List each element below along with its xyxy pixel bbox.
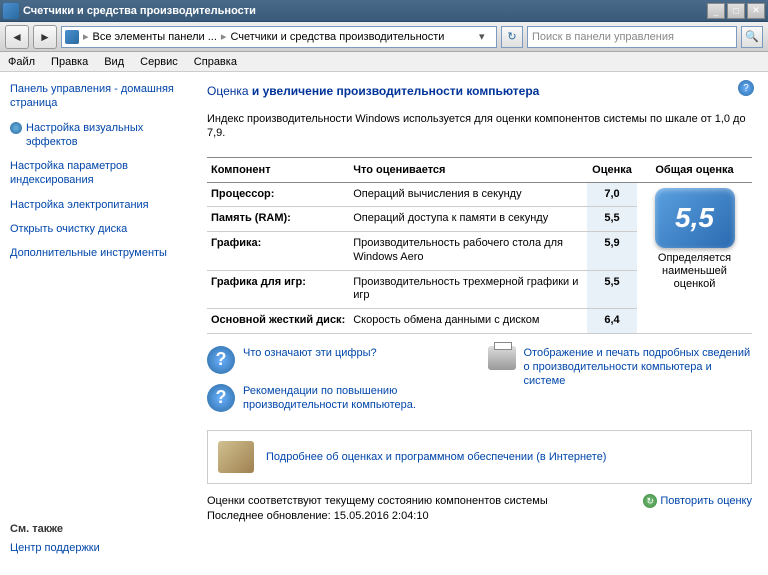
- row-comp: Память (RAM):: [207, 207, 349, 232]
- row-sub: 5,9: [587, 232, 637, 271]
- overall-label: Определяется наименьшей оценкой: [641, 252, 748, 292]
- menu-help[interactable]: Справка: [194, 56, 237, 68]
- row-what: Скорость обмена данными с диском: [349, 309, 587, 334]
- table-row: Процессор: Операций вычисления в секунду…: [207, 182, 752, 207]
- sidebar-tools[interactable]: Дополнительные инструменты: [10, 246, 185, 260]
- nav-back-button[interactable]: ◄: [5, 25, 29, 49]
- menubar: Файл Правка Вид Сервис Справка: [0, 52, 768, 72]
- sidebar-home[interactable]: Панель управления - домашняя страница: [10, 82, 185, 111]
- row-what: Операций вычисления в секунду: [349, 182, 587, 207]
- row-comp: Основной жесткий диск:: [207, 309, 349, 334]
- window-title: Счетчики и средства производительности: [23, 5, 707, 17]
- link-solutions-online[interactable]: Подробнее об оценках и программном обесп…: [266, 450, 606, 464]
- row-comp: Процессор:: [207, 182, 349, 207]
- nav-forward-button[interactable]: ►: [33, 25, 57, 49]
- row-sub: 5,5: [587, 270, 637, 309]
- titlebar: Счетчики и средства производительности _…: [0, 0, 768, 22]
- breadcrumb-sep: ▸: [83, 30, 89, 43]
- row-what: Производительность трехмерной графики и …: [349, 270, 587, 309]
- breadcrumb-1[interactable]: Все элементы панели ...: [93, 31, 217, 43]
- search-input[interactable]: Поиск в панели управления: [527, 26, 737, 48]
- solutions-icon: [218, 441, 254, 473]
- bullet-icon: [10, 122, 22, 134]
- row-sub: 7,0: [587, 182, 637, 207]
- overall-score-badge: 5,5: [655, 188, 735, 248]
- solutions-box: Подробнее об оценках и программном обесп…: [207, 430, 752, 484]
- question-icon: ?: [207, 384, 235, 412]
- sidebar-visual-effects[interactable]: Настройка визуальных эффектов: [26, 121, 185, 150]
- row-sub: 6,4: [587, 309, 637, 334]
- sidebar-support-center[interactable]: Центр поддержки: [10, 541, 190, 555]
- row-sub: 5,5: [587, 207, 637, 232]
- row-what: Операций доступа к памяти в секунду: [349, 207, 587, 232]
- main-panel: ? Оценка и увеличение производительности…: [195, 72, 768, 575]
- refresh-label: Повторить оценку: [660, 495, 752, 507]
- th-overall: Общая оценка: [637, 157, 752, 182]
- link-recommendations[interactable]: Рекомендации по повышению производительн…: [243, 384, 472, 413]
- overall-cell: 5,5 Определяется наименьшей оценкой: [637, 182, 752, 333]
- link-what-numbers[interactable]: Что означают эти цифры?: [243, 346, 377, 360]
- th-sub: Оценка: [587, 157, 637, 182]
- help-icon[interactable]: ?: [738, 80, 754, 96]
- app-icon: [3, 3, 19, 19]
- search-placeholder: Поиск в панели управления: [532, 31, 674, 43]
- menu-service[interactable]: Сервис: [140, 56, 178, 68]
- page-title: Оценка и увеличение производительности к…: [207, 84, 752, 98]
- th-component: Компонент: [207, 157, 349, 182]
- navbar: ◄ ► ▸ Все элементы панели ... ▸ Счетчики…: [0, 22, 768, 52]
- address-bar[interactable]: ▸ Все элементы панели ... ▸ Счетчики и с…: [61, 26, 497, 48]
- menu-view[interactable]: Вид: [104, 56, 124, 68]
- link-print-details[interactable]: Отображение и печать подробных сведений …: [524, 346, 753, 389]
- maximize-button[interactable]: □: [727, 3, 745, 19]
- close-button[interactable]: ✕: [747, 3, 765, 19]
- address-dropdown[interactable]: ▾: [479, 30, 493, 43]
- th-what: Что оценивается: [349, 157, 587, 182]
- address-icon: [65, 30, 79, 44]
- menu-edit[interactable]: Правка: [51, 56, 88, 68]
- see-also-header: См. также: [10, 523, 190, 535]
- nav-refresh-button[interactable]: ↻: [501, 26, 523, 48]
- footer-status: Оценки соответствуют текущему состоянию …: [207, 494, 548, 508]
- breadcrumb-2[interactable]: Счетчики и средства производительности: [230, 31, 444, 43]
- menu-file[interactable]: Файл: [8, 56, 35, 68]
- sidebar-cleanup[interactable]: Открыть очистку диска: [10, 222, 185, 236]
- row-what: Производительность рабочего стола для Wi…: [349, 232, 587, 271]
- sidebar-indexing[interactable]: Настройка параметров индексирования: [10, 159, 185, 188]
- score-table: Компонент Что оценивается Оценка Общая о…: [207, 157, 752, 334]
- breadcrumb-sep: ▸: [221, 30, 227, 43]
- minimize-button[interactable]: _: [707, 3, 725, 19]
- refresh-icon: ↻: [643, 494, 657, 508]
- page-description: Индекс производительности Windows исполь…: [207, 112, 752, 141]
- footer-updated: Последнее обновление: 15.05.2016 2:04:10: [207, 509, 548, 523]
- sidebar-power[interactable]: Настройка электропитания: [10, 198, 185, 212]
- question-icon: ?: [207, 346, 235, 374]
- refresh-assessment-link[interactable]: ↻ Повторить оценку: [643, 494, 752, 508]
- search-button[interactable]: 🔍: [741, 26, 763, 48]
- sidebar: Панель управления - домашняя страница На…: [0, 72, 195, 575]
- row-comp: Графика:: [207, 232, 349, 271]
- row-comp: Графика для игр:: [207, 270, 349, 309]
- printer-icon: [488, 346, 516, 370]
